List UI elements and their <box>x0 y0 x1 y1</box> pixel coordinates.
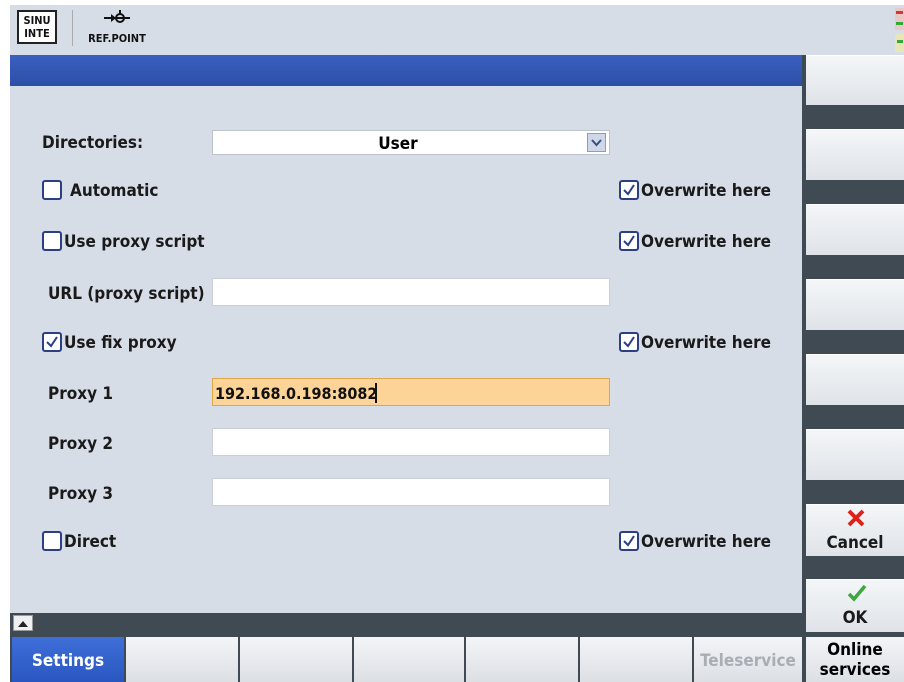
softkey-h3[interactable] <box>240 637 352 682</box>
proxy3-input[interactable] <box>212 478 610 506</box>
chevron-down-icon[interactable] <box>587 133 606 152</box>
softkey-v4[interactable] <box>806 279 904 330</box>
overwrite-proxy-script-checkbox[interactable] <box>619 231 639 251</box>
url-proxy-script-input[interactable] <box>212 278 610 306</box>
use-fix-proxy-label: Use fix proxy <box>64 333 177 353</box>
directories-value: User <box>378 134 418 154</box>
directories-label: Directories: <box>42 133 144 153</box>
logo-line2: INTE <box>24 27 50 40</box>
use-proxy-script-label: Use proxy script <box>64 232 205 252</box>
automatic-checkbox[interactable] <box>42 180 62 200</box>
direct-label: Direct <box>64 532 117 552</box>
overwrite-automatic-checkbox[interactable] <box>619 180 639 200</box>
ok-label: OK <box>842 608 868 628</box>
online-services-line1: Online <box>827 640 883 660</box>
softkey-h5[interactable] <box>466 637 578 682</box>
direct-checkbox[interactable] <box>42 531 62 551</box>
overwrite-proxy-script-label: Overwrite here <box>641 232 771 252</box>
url-proxy-script-label: URL (proxy script) <box>48 284 205 304</box>
softkey-v5[interactable] <box>806 354 904 405</box>
overwrite-automatic-label: Overwrite here <box>641 181 771 201</box>
refpoint-indicator: REF.POINT <box>82 9 152 45</box>
teleservice-label: Teleservice <box>700 651 796 671</box>
cancel-button[interactable]: Cancel <box>806 504 904 556</box>
header-divider <box>72 10 73 46</box>
online-services-line2: services <box>819 660 891 680</box>
online-services-button[interactable]: Online services <box>806 637 904 682</box>
online-services-label: Online services <box>806 640 904 680</box>
logo-line1: SINU <box>23 14 51 27</box>
proxy2-input[interactable] <box>212 428 610 456</box>
overwrite-direct-checkbox[interactable] <box>619 531 639 551</box>
overwrite-fix-proxy-checkbox[interactable] <box>619 332 639 352</box>
softkey-h2[interactable] <box>126 637 238 682</box>
softkey-v1[interactable] <box>806 55 904 105</box>
use-proxy-script-checkbox[interactable] <box>42 231 62 251</box>
proxy3-label: Proxy 3 <box>48 484 114 504</box>
overwrite-direct-label: Overwrite here <box>641 532 771 552</box>
proxy1-input[interactable]: 192.168.0.198:8082 <box>212 378 610 406</box>
proxy1-value: 192.168.0.198:8082 <box>215 384 378 403</box>
proxy2-label: Proxy 2 <box>48 434 114 454</box>
channel-status-icon <box>895 8 904 52</box>
directories-select[interactable]: User <box>212 130 610 155</box>
softkey-v3[interactable] <box>806 204 904 255</box>
softkey-h4[interactable] <box>354 637 464 682</box>
softkey-h6[interactable] <box>580 637 692 682</box>
settings-label: Settings <box>31 651 105 671</box>
status-bar <box>10 613 802 635</box>
refpoint-label: REF.POINT <box>88 32 146 45</box>
checkmark-icon <box>847 584 867 606</box>
ok-button[interactable]: OK <box>806 579 904 632</box>
proxy1-label: Proxy 1 <box>48 384 114 404</box>
automatic-label: Automatic <box>70 181 159 201</box>
settings-button[interactable]: Settings <box>12 637 124 682</box>
sinumerik-logo: SINU INTE <box>17 10 57 44</box>
close-icon <box>846 509 866 531</box>
softkey-v2[interactable] <box>806 129 904 180</box>
recall-up-button[interactable] <box>13 615 33 631</box>
softkey-v6[interactable] <box>806 429 904 480</box>
cancel-label: Cancel <box>826 533 884 553</box>
use-fix-proxy-checkbox[interactable] <box>42 332 62 352</box>
dialog-title-bar <box>10 55 802 86</box>
text-cursor <box>375 383 377 403</box>
teleservice-button[interactable]: Teleservice <box>694 637 802 682</box>
overwrite-fix-proxy-label: Overwrite here <box>641 333 771 353</box>
refpoint-icon <box>82 9 152 32</box>
